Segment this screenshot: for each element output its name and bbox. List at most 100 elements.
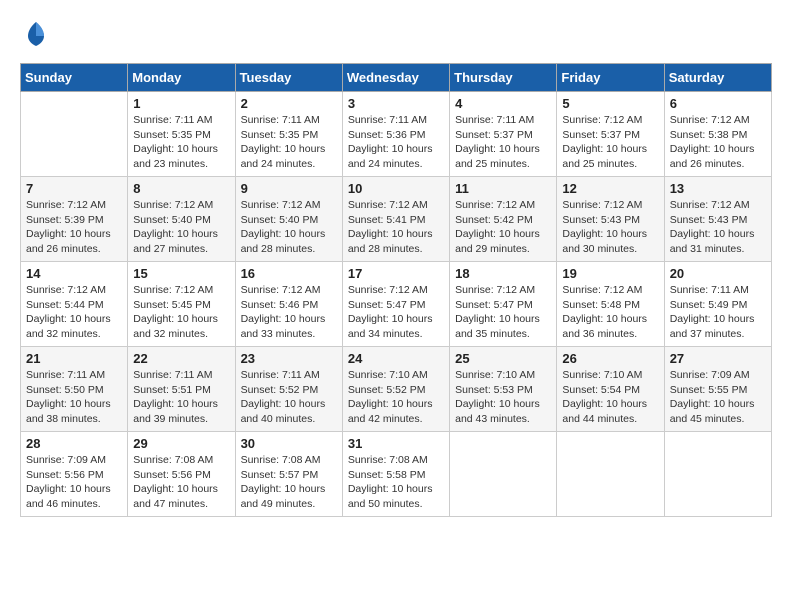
- day-number: 8: [133, 181, 229, 196]
- day-number: 5: [562, 96, 658, 111]
- weekday-header-wednesday: Wednesday: [342, 64, 449, 92]
- calendar-cell: 6Sunrise: 7:12 AM Sunset: 5:38 PM Daylig…: [664, 92, 771, 177]
- calendar-cell: 7Sunrise: 7:12 AM Sunset: 5:39 PM Daylig…: [21, 177, 128, 262]
- day-info: Sunrise: 7:08 AM Sunset: 5:56 PM Dayligh…: [133, 453, 229, 512]
- calendar-body: 1 Sunrise: 7:11 AM Sunset: 5:35 PM Daylig…: [21, 92, 772, 517]
- day-info: Sunrise: 7:12 AM Sunset: 5:39 PM Dayligh…: [26, 198, 122, 257]
- calendar-cell: 19Sunrise: 7:12 AM Sunset: 5:48 PM Dayli…: [557, 262, 664, 347]
- day-number: 4: [455, 96, 551, 111]
- calendar-cell: 5 Sunrise: 7:12 AM Sunset: 5:37 PM Daylig…: [557, 92, 664, 177]
- day-info: Sunrise: 7:12 AM Sunset: 5:47 PM Dayligh…: [455, 283, 551, 342]
- day-number: 9: [241, 181, 337, 196]
- calendar-cell: 4Sunrise: 7:11 AM Sunset: 5:37 PM Daylig…: [450, 92, 557, 177]
- calendar-week-row: 7Sunrise: 7:12 AM Sunset: 5:39 PM Daylig…: [21, 177, 772, 262]
- weekday-header-saturday: Saturday: [664, 64, 771, 92]
- day-number: 17: [348, 266, 444, 281]
- day-number: 15: [133, 266, 229, 281]
- day-number: 1: [133, 96, 229, 111]
- day-number: 10: [348, 181, 444, 196]
- day-number: 27: [670, 351, 766, 366]
- weekday-header-thursday: Thursday: [450, 64, 557, 92]
- calendar-cell: 30 Sunrise: 7:08 AM Sunset: 5:57 PM Dayli…: [235, 432, 342, 517]
- calendar-cell: 31 Sunrise: 7:08 AM Sunset: 5:58 PM Dayli…: [342, 432, 449, 517]
- day-number: 16: [241, 266, 337, 281]
- calendar-week-row: 1 Sunrise: 7:11 AM Sunset: 5:35 PM Daylig…: [21, 92, 772, 177]
- weekday-header-sunday: Sunday: [21, 64, 128, 92]
- calendar-cell: [664, 432, 771, 517]
- calendar-cell: 11 Sunrise: 7:12 AM Sunset: 5:42 PM Dayli…: [450, 177, 557, 262]
- day-number: 12: [562, 181, 658, 196]
- day-number: 22: [133, 351, 229, 366]
- calendar-cell: 14Sunrise: 7:12 AM Sunset: 5:44 PM Dayli…: [21, 262, 128, 347]
- day-info: Sunrise: 7:12 AM Sunset: 5:43 PM Dayligh…: [562, 198, 658, 257]
- calendar-cell: [557, 432, 664, 517]
- calendar-cell: 25 Sunrise: 7:10 AM Sunset: 5:53 PM Dayli…: [450, 347, 557, 432]
- day-number: 13: [670, 181, 766, 196]
- day-info: Sunrise: 7:12 AM Sunset: 5:45 PM Dayligh…: [133, 283, 229, 342]
- calendar-cell: 27 Sunrise: 7:09 AM Sunset: 5:55 PM Dayli…: [664, 347, 771, 432]
- day-info: Sunrise: 7:12 AM Sunset: 5:42 PM Dayligh…: [455, 198, 551, 257]
- day-info: Sunrise: 7:08 AM Sunset: 5:58 PM Dayligh…: [348, 453, 444, 512]
- day-number: 18: [455, 266, 551, 281]
- day-number: 26: [562, 351, 658, 366]
- day-number: 24: [348, 351, 444, 366]
- calendar-cell: [21, 92, 128, 177]
- day-info: Sunrise: 7:12 AM Sunset: 5:40 PM Dayligh…: [133, 198, 229, 257]
- calendar-cell: 9 Sunrise: 7:12 AM Sunset: 5:40 PM Daylig…: [235, 177, 342, 262]
- weekday-header-row: SundayMondayTuesdayWednesdayThursdayFrid…: [21, 64, 772, 92]
- day-number: 23: [241, 351, 337, 366]
- calendar-cell: 22 Sunrise: 7:11 AM Sunset: 5:51 PM Dayli…: [128, 347, 235, 432]
- day-info: Sunrise: 7:08 AM Sunset: 5:57 PM Dayligh…: [241, 453, 337, 512]
- calendar-cell: [450, 432, 557, 517]
- day-info: Sunrise: 7:11 AM Sunset: 5:51 PM Dayligh…: [133, 368, 229, 427]
- calendar-cell: 2 Sunrise: 7:11 AM Sunset: 5:35 PM Daylig…: [235, 92, 342, 177]
- calendar-cell: 12 Sunrise: 7:12 AM Sunset: 5:43 PM Dayli…: [557, 177, 664, 262]
- weekday-header-tuesday: Tuesday: [235, 64, 342, 92]
- calendar-week-row: 28 Sunrise: 7:09 AM Sunset: 5:56 PM Dayli…: [21, 432, 772, 517]
- day-number: 28: [26, 436, 122, 451]
- calendar-cell: 17 Sunrise: 7:12 AM Sunset: 5:47 PM Dayli…: [342, 262, 449, 347]
- day-number: 30: [241, 436, 337, 451]
- day-number: 29: [133, 436, 229, 451]
- day-info: Sunrise: 7:11 AM Sunset: 5:36 PM Dayligh…: [348, 113, 444, 172]
- day-number: 25: [455, 351, 551, 366]
- day-number: 2: [241, 96, 337, 111]
- day-number: 3: [348, 96, 444, 111]
- calendar-cell: 16 Sunrise: 7:12 AM Sunset: 5:46 PM Dayli…: [235, 262, 342, 347]
- day-number: 21: [26, 351, 122, 366]
- day-number: 20: [670, 266, 766, 281]
- day-info: Sunrise: 7:09 AM Sunset: 5:56 PM Dayligh…: [26, 453, 122, 512]
- day-info: Sunrise: 7:12 AM Sunset: 5:46 PM Dayligh…: [241, 283, 337, 342]
- calendar-cell: 18 Sunrise: 7:12 AM Sunset: 5:47 PM Dayli…: [450, 262, 557, 347]
- day-number: 19: [562, 266, 658, 281]
- calendar-cell: 1Sunrise: 7:11 AM Sunset: 5:35 PM Daylig…: [128, 92, 235, 177]
- calendar-table: SundayMondayTuesdayWednesdayThursdayFrid…: [20, 63, 772, 517]
- day-number: 31: [348, 436, 444, 451]
- weekday-header-monday: Monday: [128, 64, 235, 92]
- day-info: Sunrise: 7:10 AM Sunset: 5:52 PM Dayligh…: [348, 368, 444, 427]
- calendar-cell: 28 Sunrise: 7:09 AM Sunset: 5:56 PM Dayli…: [21, 432, 128, 517]
- day-info: Sunrise: 7:11 AM Sunset: 5:49 PM Dayligh…: [670, 283, 766, 342]
- calendar-cell: 24 Sunrise: 7:10 AM Sunset: 5:52 PM Dayli…: [342, 347, 449, 432]
- day-info: Sunrise: 7:12 AM Sunset: 5:44 PM Dayligh…: [26, 283, 122, 342]
- calendar-cell: 23Sunrise: 7:11 AM Sunset: 5:52 PM Dayli…: [235, 347, 342, 432]
- day-info: Sunrise: 7:12 AM Sunset: 5:40 PM Dayligh…: [241, 198, 337, 257]
- day-info: Sunrise: 7:12 AM Sunset: 5:43 PM Dayligh…: [670, 198, 766, 257]
- day-info: Sunrise: 7:12 AM Sunset: 5:37 PM Dayligh…: [562, 113, 658, 172]
- day-info: Sunrise: 7:12 AM Sunset: 5:47 PM Dayligh…: [348, 283, 444, 342]
- day-number: 11: [455, 181, 551, 196]
- day-info: Sunrise: 7:09 AM Sunset: 5:55 PM Dayligh…: [670, 368, 766, 427]
- day-info: Sunrise: 7:11 AM Sunset: 5:35 PM Dayligh…: [241, 113, 337, 172]
- page-header: [20, 20, 772, 53]
- day-info: Sunrise: 7:11 AM Sunset: 5:50 PM Dayligh…: [26, 368, 122, 427]
- calendar-cell: 29 Sunrise: 7:08 AM Sunset: 5:56 PM Dayli…: [128, 432, 235, 517]
- day-info: Sunrise: 7:10 AM Sunset: 5:53 PM Dayligh…: [455, 368, 551, 427]
- calendar-week-row: 21 Sunrise: 7:11 AM Sunset: 5:50 PM Dayli…: [21, 347, 772, 432]
- day-info: Sunrise: 7:10 AM Sunset: 5:54 PM Dayligh…: [562, 368, 658, 427]
- calendar-cell: 10Sunrise: 7:12 AM Sunset: 5:41 PM Dayli…: [342, 177, 449, 262]
- calendar-week-row: 14Sunrise: 7:12 AM Sunset: 5:44 PM Dayli…: [21, 262, 772, 347]
- calendar-cell: 26 Sunrise: 7:10 AM Sunset: 5:54 PM Dayli…: [557, 347, 664, 432]
- day-info: Sunrise: 7:12 AM Sunset: 5:38 PM Dayligh…: [670, 113, 766, 172]
- calendar-cell: 15 Sunrise: 7:12 AM Sunset: 5:45 PM Dayli…: [128, 262, 235, 347]
- logo: [20, 20, 50, 53]
